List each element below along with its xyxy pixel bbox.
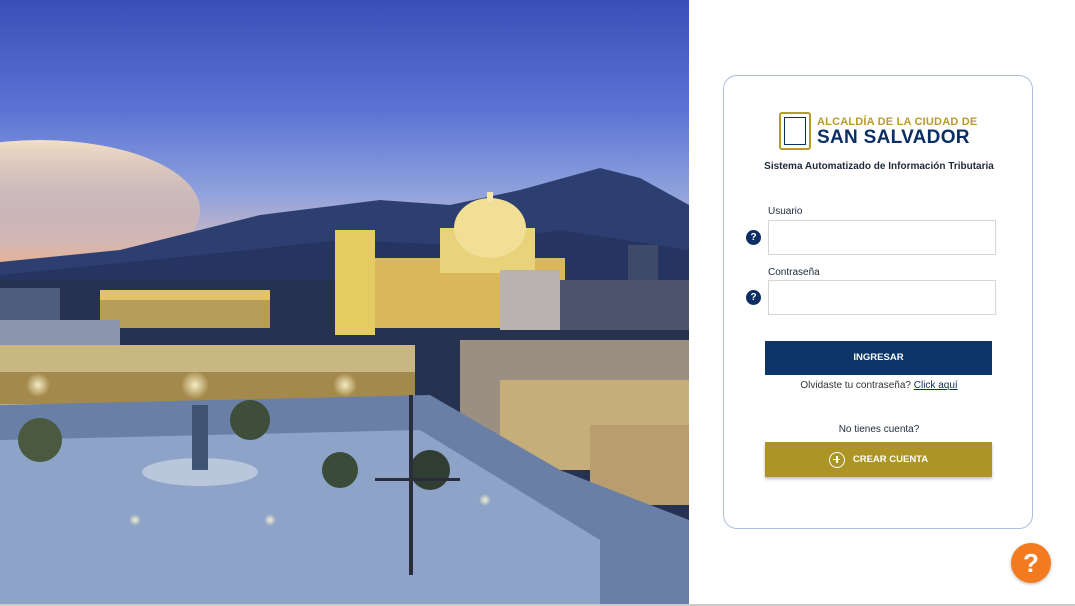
create-account-label: CREAR CUENTA bbox=[852, 454, 929, 465]
forgot-password-link[interactable]: Click aquí bbox=[914, 380, 958, 391]
password-help-icon[interactable]: ? bbox=[746, 290, 761, 305]
logo-line2: SAN SALVADOR bbox=[817, 127, 970, 148]
username-help-icon[interactable]: ? bbox=[746, 230, 761, 245]
username-input[interactable] bbox=[768, 220, 996, 255]
forgot-password-text: Olvidaste tu contraseña? bbox=[800, 380, 911, 391]
system-title: Sistema Automatizado de Información Trib… bbox=[764, 161, 994, 172]
plus-circle-icon bbox=[828, 451, 845, 468]
login-button[interactable]: INGRESAR bbox=[765, 341, 992, 375]
city-shield-icon bbox=[779, 112, 811, 150]
forgot-password-row: Olvidaste tu contraseña? Click aquí bbox=[724, 380, 1034, 391]
password-label: Contraseña bbox=[768, 267, 820, 278]
help-fab-button[interactable]: ? bbox=[1011, 543, 1051, 583]
password-input[interactable] bbox=[768, 280, 996, 315]
create-account-button[interactable]: CREAR CUENTA bbox=[765, 442, 992, 477]
cityscape-illustration bbox=[0, 140, 689, 604]
login-page: ALCALDÍA DE LA CIUDAD DE SAN SALVADOR Si… bbox=[0, 0, 1075, 606]
municipality-logo: ALCALDÍA DE LA CIUDAD DE SAN SALVADOR bbox=[779, 112, 977, 152]
username-label: Usuario bbox=[768, 206, 803, 217]
city-photo bbox=[0, 0, 689, 604]
no-account-text: No tienes cuenta? bbox=[838, 424, 920, 435]
login-card: ALCALDÍA DE LA CIUDAD DE SAN SALVADOR Si… bbox=[723, 75, 1033, 529]
